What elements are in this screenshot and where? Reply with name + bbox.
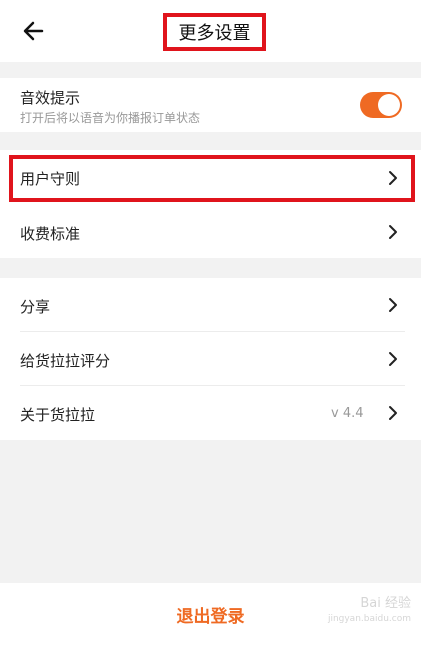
toggle-knob	[378, 94, 400, 116]
row-about[interactable]: 关于货拉拉 v 4.4	[0, 386, 421, 440]
page-title-highlight: 更多设置	[163, 13, 266, 51]
row-share[interactable]: 分享	[0, 278, 421, 332]
chevron-right-icon	[389, 406, 397, 420]
row-fee-standard[interactable]: 收费标准	[0, 206, 421, 258]
chevron-right-icon	[389, 298, 397, 312]
row-fee-standard-label: 收费标准	[20, 225, 81, 243]
chevron-right-icon	[389, 352, 397, 366]
sound-setting-row: 音效提示 打开后将以语音为你播报订单状态	[0, 78, 421, 132]
baidu-watermark: Bai 经验 jingyan.baidu.com	[311, 592, 411, 632]
chevron-right-icon	[389, 225, 397, 239]
row-share-label: 分享	[20, 298, 51, 316]
row-user-rules-label: 用户守则	[20, 170, 81, 188]
row-about-label: 关于货拉拉	[20, 406, 96, 424]
row-rate-app[interactable]: 给货拉拉评分	[0, 332, 421, 386]
arrow-left-icon[interactable]	[20, 17, 48, 45]
header-bar: 更多设置	[0, 0, 421, 62]
row-user-rules[interactable]: 用户守则	[0, 150, 421, 206]
watermark-text: Bai 经验	[360, 596, 411, 611]
sound-sub-label: 打开后将以语音为你播报订单状态	[20, 111, 201, 125]
logout-button[interactable]: 退出登录	[177, 602, 245, 627]
page-title: 更多设置	[178, 23, 251, 44]
row-rate-app-label: 给货拉拉评分	[20, 352, 111, 370]
watermark-url: jingyan.baidu.com	[327, 614, 411, 624]
sound-toggle[interactable]	[360, 92, 402, 118]
chevron-right-icon	[389, 171, 397, 185]
app-version: v 4.4	[331, 406, 364, 421]
sound-label: 音效提示	[20, 89, 81, 107]
